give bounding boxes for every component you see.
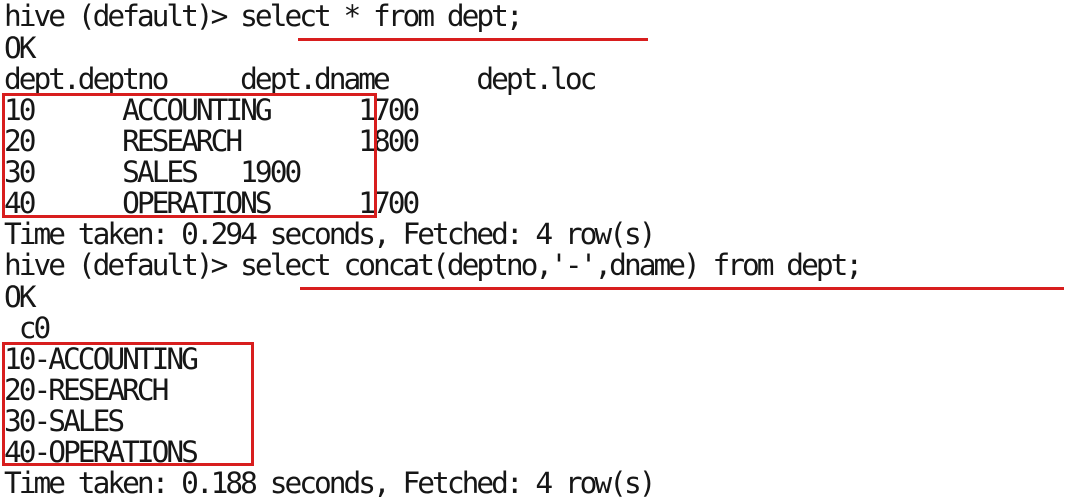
terminal-window[interactable]: hive (default)> select * from dept; OK d… — [0, 0, 1084, 500]
time-taken-line-1: Time taken: 0.294 seconds, Fetched: 4 ro… — [4, 217, 656, 251]
result-row: 10 ACCOUNTING 1700 — [4, 93, 420, 127]
query-1-underline — [298, 38, 648, 41]
ok-line-1: OK — [4, 31, 36, 65]
result-row: 20-RESEARCH — [4, 373, 169, 407]
result-row: 40-OPERATIONS — [4, 435, 199, 469]
result-header-1: dept.deptno dept.dname dept.loc — [4, 62, 597, 96]
result-row: 20 RESEARCH 1800 — [4, 124, 420, 158]
result-row: 30-SALES — [4, 404, 125, 438]
result-header-2: _c0 — [4, 311, 51, 345]
result-row: 30 SALES 1900 — [4, 155, 302, 189]
time-taken-line-2: Time taken: 0.188 seconds, Fetched: 4 ro… — [4, 466, 656, 500]
prompt-line-query-2: hive (default)> select concat(deptno,'-'… — [4, 248, 863, 282]
prompt-line-query-1: hive (default)> select * from dept; — [4, 0, 524, 33]
result-row: 40 OPERATIONS 1700 — [4, 186, 420, 220]
result-row: 10-ACCOUNTING — [4, 342, 199, 376]
ok-line-2: OK — [4, 280, 36, 314]
query-2-underline — [300, 287, 1064, 290]
